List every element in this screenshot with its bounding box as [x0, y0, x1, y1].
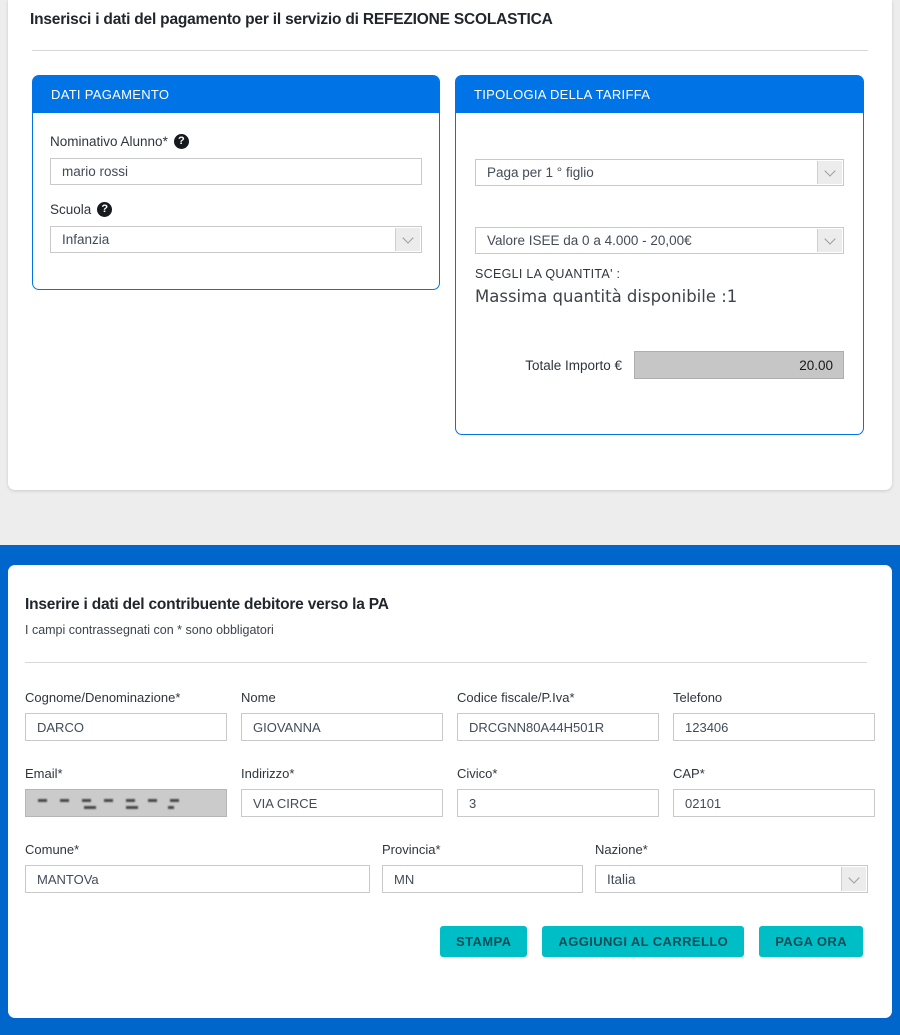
dati-pagamento-panel: DATI PAGAMENTO Nominativo Alunno* ? Scuo… [32, 75, 440, 290]
cognome-label: Cognome/Denominazione* [25, 690, 227, 705]
title-divider [32, 50, 868, 51]
nome-input[interactable] [241, 713, 443, 741]
paga-ora-button[interactable]: PAGA ORA [759, 926, 863, 957]
dati-pagamento-header: DATI PAGAMENTO [33, 76, 439, 113]
stampa-button[interactable]: STAMPA [440, 926, 527, 957]
nazione-select[interactable]: Italia [595, 865, 868, 893]
massima-quantita-text: Massima quantità disponibile :1 [475, 287, 844, 306]
aggiungi-al-carrello-button[interactable]: AGGIUNGI AL CARRELLO [542, 926, 744, 957]
help-icon[interactable]: ? [97, 202, 112, 217]
cap-label: CAP* [673, 766, 875, 781]
tipologia-tariffa-panel: TIPOLOGIA DELLA TARIFFA Paga per 1 ° fig… [455, 75, 864, 435]
codice-fiscale-input[interactable] [457, 713, 659, 741]
page-title: Inserisci i dati del pagamento per il se… [8, 0, 892, 29]
telefono-label: Telefono [673, 690, 875, 705]
form-row-3: Comune* Provincia* Nazione* Italia [25, 842, 875, 918]
debtor-form-title: Inserire i dati del contribuente debitor… [25, 596, 875, 614]
cognome-input[interactable] [25, 713, 227, 741]
help-icon[interactable]: ? [174, 134, 189, 149]
chevron-down-icon [395, 228, 420, 251]
form-divider [25, 662, 867, 663]
scuola-label: Scuola ? [50, 202, 422, 217]
payment-section-card: Inserisci i dati del pagamento per il se… [8, 0, 892, 490]
tariffa-isee-select[interactable]: Valore ISEE da 0 a 4.000 - 20,00€ [475, 227, 844, 254]
indirizzo-input[interactable] [241, 789, 443, 817]
email-label: Email* [25, 766, 227, 781]
codice-fiscale-label: Codice fiscale/P.Iva* [457, 690, 659, 705]
chevron-down-icon [817, 229, 842, 252]
totale-importo-label: Totale Importo € [475, 358, 634, 373]
civico-label: Civico* [457, 766, 659, 781]
nominativo-alunno-input[interactable] [50, 158, 422, 185]
totale-importo-value [634, 351, 844, 379]
panels-row: DATI PAGAMENTO Nominativo Alunno* ? Scuo… [32, 75, 864, 435]
form-actions: STAMPA AGGIUNGI AL CARRELLO PAGA ORA [25, 926, 875, 957]
nominativo-alunno-label: Nominativo Alunno* ? [50, 134, 422, 149]
cap-input[interactable] [673, 789, 875, 817]
indirizzo-label: Indirizzo* [241, 766, 443, 781]
comune-label: Comune* [25, 842, 370, 857]
nazione-label: Nazione* [595, 842, 868, 857]
form-row-2: Email* Indirizzo* Civico* CAP* [25, 766, 875, 842]
debtor-section-band: Inserire i dati del contribuente debitor… [0, 545, 900, 1035]
scegli-quantita-label: SCEGLI LA QUANTITA' : [475, 267, 844, 281]
debtor-form-card: Inserire i dati del contribuente debitor… [8, 565, 892, 1018]
civico-input[interactable] [457, 789, 659, 817]
form-row-1: Cognome/Denominazione* Nome Codice fisca… [25, 690, 875, 766]
scuola-select[interactable]: Infanzia [50, 226, 422, 253]
provincia-label: Provincia* [382, 842, 583, 857]
comune-input[interactable] [25, 865, 370, 893]
telefono-input[interactable] [673, 713, 875, 741]
required-fields-note: I campi contrassegnati con * sono obblig… [25, 623, 875, 637]
chevron-down-icon [841, 867, 866, 891]
chevron-down-icon [817, 161, 842, 184]
figlio-select[interactable]: Paga per 1 ° figlio [475, 159, 844, 186]
email-input-disabled [25, 789, 227, 817]
tipologia-tariffa-header: TIPOLOGIA DELLA TARIFFA [456, 76, 863, 113]
provincia-input[interactable] [382, 865, 583, 893]
nome-label: Nome [241, 690, 443, 705]
